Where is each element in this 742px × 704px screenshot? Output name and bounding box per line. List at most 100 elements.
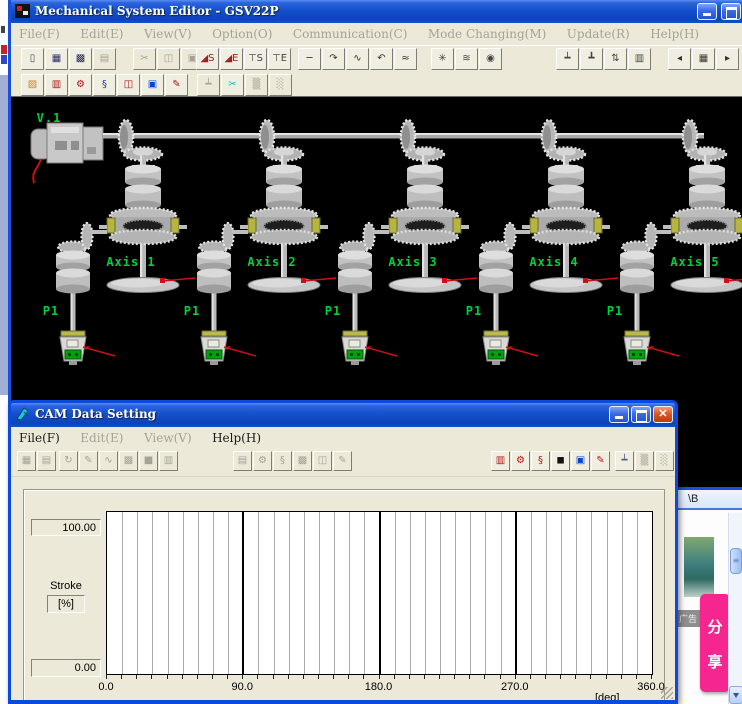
resize-grip[interactable]	[661, 687, 673, 699]
minor-gridline	[637, 512, 638, 674]
press-unit[interactable]	[197, 223, 256, 365]
next-page-button[interactable]: ▸	[716, 48, 739, 70]
x-tick	[333, 675, 334, 679]
press-unit[interactable]	[338, 223, 397, 365]
minor-gridline	[364, 512, 365, 674]
x-tick	[439, 675, 440, 679]
grid-pattern-button[interactable]: ▦	[692, 48, 715, 70]
cam-end-button[interactable]: ◢E	[220, 48, 243, 70]
x-tick	[318, 675, 319, 679]
scrollbar-thumb[interactable]: ≡	[730, 548, 742, 574]
spring-button[interactable]: ≋	[455, 48, 478, 70]
cam-minimize-button[interactable]	[609, 406, 629, 423]
prev-page-button[interactable]: ◂	[668, 48, 691, 70]
gear-data-icon: ⚙	[76, 80, 85, 90]
pattern-button: ▩	[293, 451, 312, 471]
cam-start-button[interactable]: ◢S	[196, 48, 219, 70]
wave-icon: ∿	[104, 456, 112, 466]
next-page-icon: ▸	[725, 54, 730, 64]
cam-plot-area[interactable]	[106, 511, 653, 675]
draw-button: ✎	[79, 451, 98, 471]
monitor-button[interactable]: ▣	[571, 451, 590, 471]
minimize-button[interactable]	[697, 3, 717, 20]
system-setup-button[interactable]: ✎	[165, 74, 188, 96]
data-book-button[interactable]: ▥	[491, 451, 510, 471]
press-unit[interactable]	[479, 223, 538, 365]
cam-maximize-button[interactable]	[631, 406, 651, 423]
main-toolbar-row1: ▯▦▩▤✂◫▣◢S◢E⊤S⊤E─↷∿↶≈✳≋◉┷┻⇅▥◂▦▸	[11, 46, 742, 73]
x-tick	[242, 675, 243, 679]
copy-block-button: ◫	[313, 451, 332, 471]
cam-table-button[interactable]: ◼	[551, 451, 570, 471]
region-1-button: ▒	[245, 74, 268, 96]
catalog-book-icon: ▥	[635, 54, 644, 64]
x-tick	[121, 675, 122, 679]
save-as-button[interactable]: ▩	[69, 48, 92, 70]
curve-return-icon: ↶	[377, 54, 385, 64]
curve-return-button[interactable]: ↶	[370, 48, 393, 70]
save-as-icon: ▩	[76, 54, 85, 64]
press-unit-button[interactable]: ┷	[615, 451, 634, 471]
save-button[interactable]: ▦	[45, 48, 68, 70]
curve-wave-button[interactable]: ≈	[394, 48, 417, 70]
line-segment-button[interactable]: ─	[298, 48, 321, 70]
minor-gridline	[168, 512, 169, 674]
scroll-down-button[interactable]	[729, 686, 742, 704]
minor-gridline	[152, 512, 153, 674]
background-scrollbar[interactable]: ≡	[728, 513, 742, 704]
menu-update: Update(R)	[559, 23, 638, 41]
main-titlebar[interactable]: Mechanical System Editor - GSV22P	[11, 0, 742, 23]
sequence-data-button[interactable]: §	[531, 451, 550, 471]
press-up-button[interactable]: ┻	[580, 48, 603, 70]
share-button[interactable]: 分 享	[700, 594, 730, 692]
position-data-button[interactable]: ◫	[117, 74, 140, 96]
tool-end-button[interactable]: ⊤E	[268, 48, 291, 70]
data-book-button[interactable]: ▥	[45, 74, 68, 96]
curve-hook-button[interactable]: ↷	[322, 48, 345, 70]
draw-icon: ✎	[84, 456, 92, 466]
cam-menu-help[interactable]: Help(H)	[204, 427, 269, 445]
cam-titlebar[interactable]: CAM Data Setting ✕	[11, 403, 675, 427]
gear-fan-button[interactable]: ✳	[431, 48, 454, 70]
gear-data-button[interactable]: ⚙	[511, 451, 530, 471]
system-setup-button[interactable]: ✎	[591, 451, 610, 471]
cam-close-button[interactable]: ✕	[653, 406, 673, 423]
sequence-data-button[interactable]: §	[93, 74, 116, 96]
print-button: ▤	[37, 451, 56, 471]
press-up-icon: ┻	[588, 54, 594, 64]
x-tick	[590, 675, 591, 679]
spring-icon: ≋	[462, 54, 470, 64]
tool-start-button[interactable]: ⊤S	[244, 48, 267, 70]
background-text-fragment	[1, 26, 5, 33]
monitor-button[interactable]: ▣	[141, 74, 164, 96]
feed-button[interactable]: ⇅	[604, 48, 627, 70]
gear-data-button[interactable]: ⚙	[69, 74, 92, 96]
main-menubar: File(F) Edit(E) View(V) Option(O) Commun…	[11, 23, 742, 46]
x-tick	[409, 675, 410, 679]
cam-cut-button[interactable]: ✂	[221, 74, 244, 96]
cam-window-title: CAM Data Setting	[35, 407, 156, 421]
pen-icon: ✎	[338, 456, 346, 466]
menu-file: File(F)	[11, 23, 68, 41]
sequence-button: §	[273, 451, 292, 471]
cam-cut-icon: ✂	[228, 80, 236, 90]
press-unit[interactable]	[56, 223, 115, 365]
press-down-button[interactable]: ┷	[556, 48, 579, 70]
print-icon: ▤	[100, 54, 109, 64]
x-tick	[288, 675, 289, 679]
pattern-icon: ▩	[298, 456, 307, 466]
maximize-button[interactable]	[721, 3, 741, 20]
catalog-book-button[interactable]: ▥	[628, 48, 651, 70]
data-book-icon: ▥	[496, 456, 505, 466]
new-file-button[interactable]: ▯	[21, 48, 44, 70]
axis-label: Axis 1	[106, 255, 155, 269]
press-unit[interactable]	[620, 223, 679, 365]
line-segment-icon: ─	[306, 54, 312, 64]
cam-menu-file[interactable]: File(F)	[11, 427, 68, 445]
motor-v1[interactable]	[31, 123, 103, 183]
main-window-title: Mechanical System Editor - GSV22P	[35, 4, 279, 18]
open-project-button[interactable]: ▨	[21, 74, 44, 96]
curve-sine-button[interactable]: ∿	[346, 48, 369, 70]
cam-unit-button[interactable]: ◉	[479, 48, 502, 70]
major-gridline	[379, 512, 381, 674]
